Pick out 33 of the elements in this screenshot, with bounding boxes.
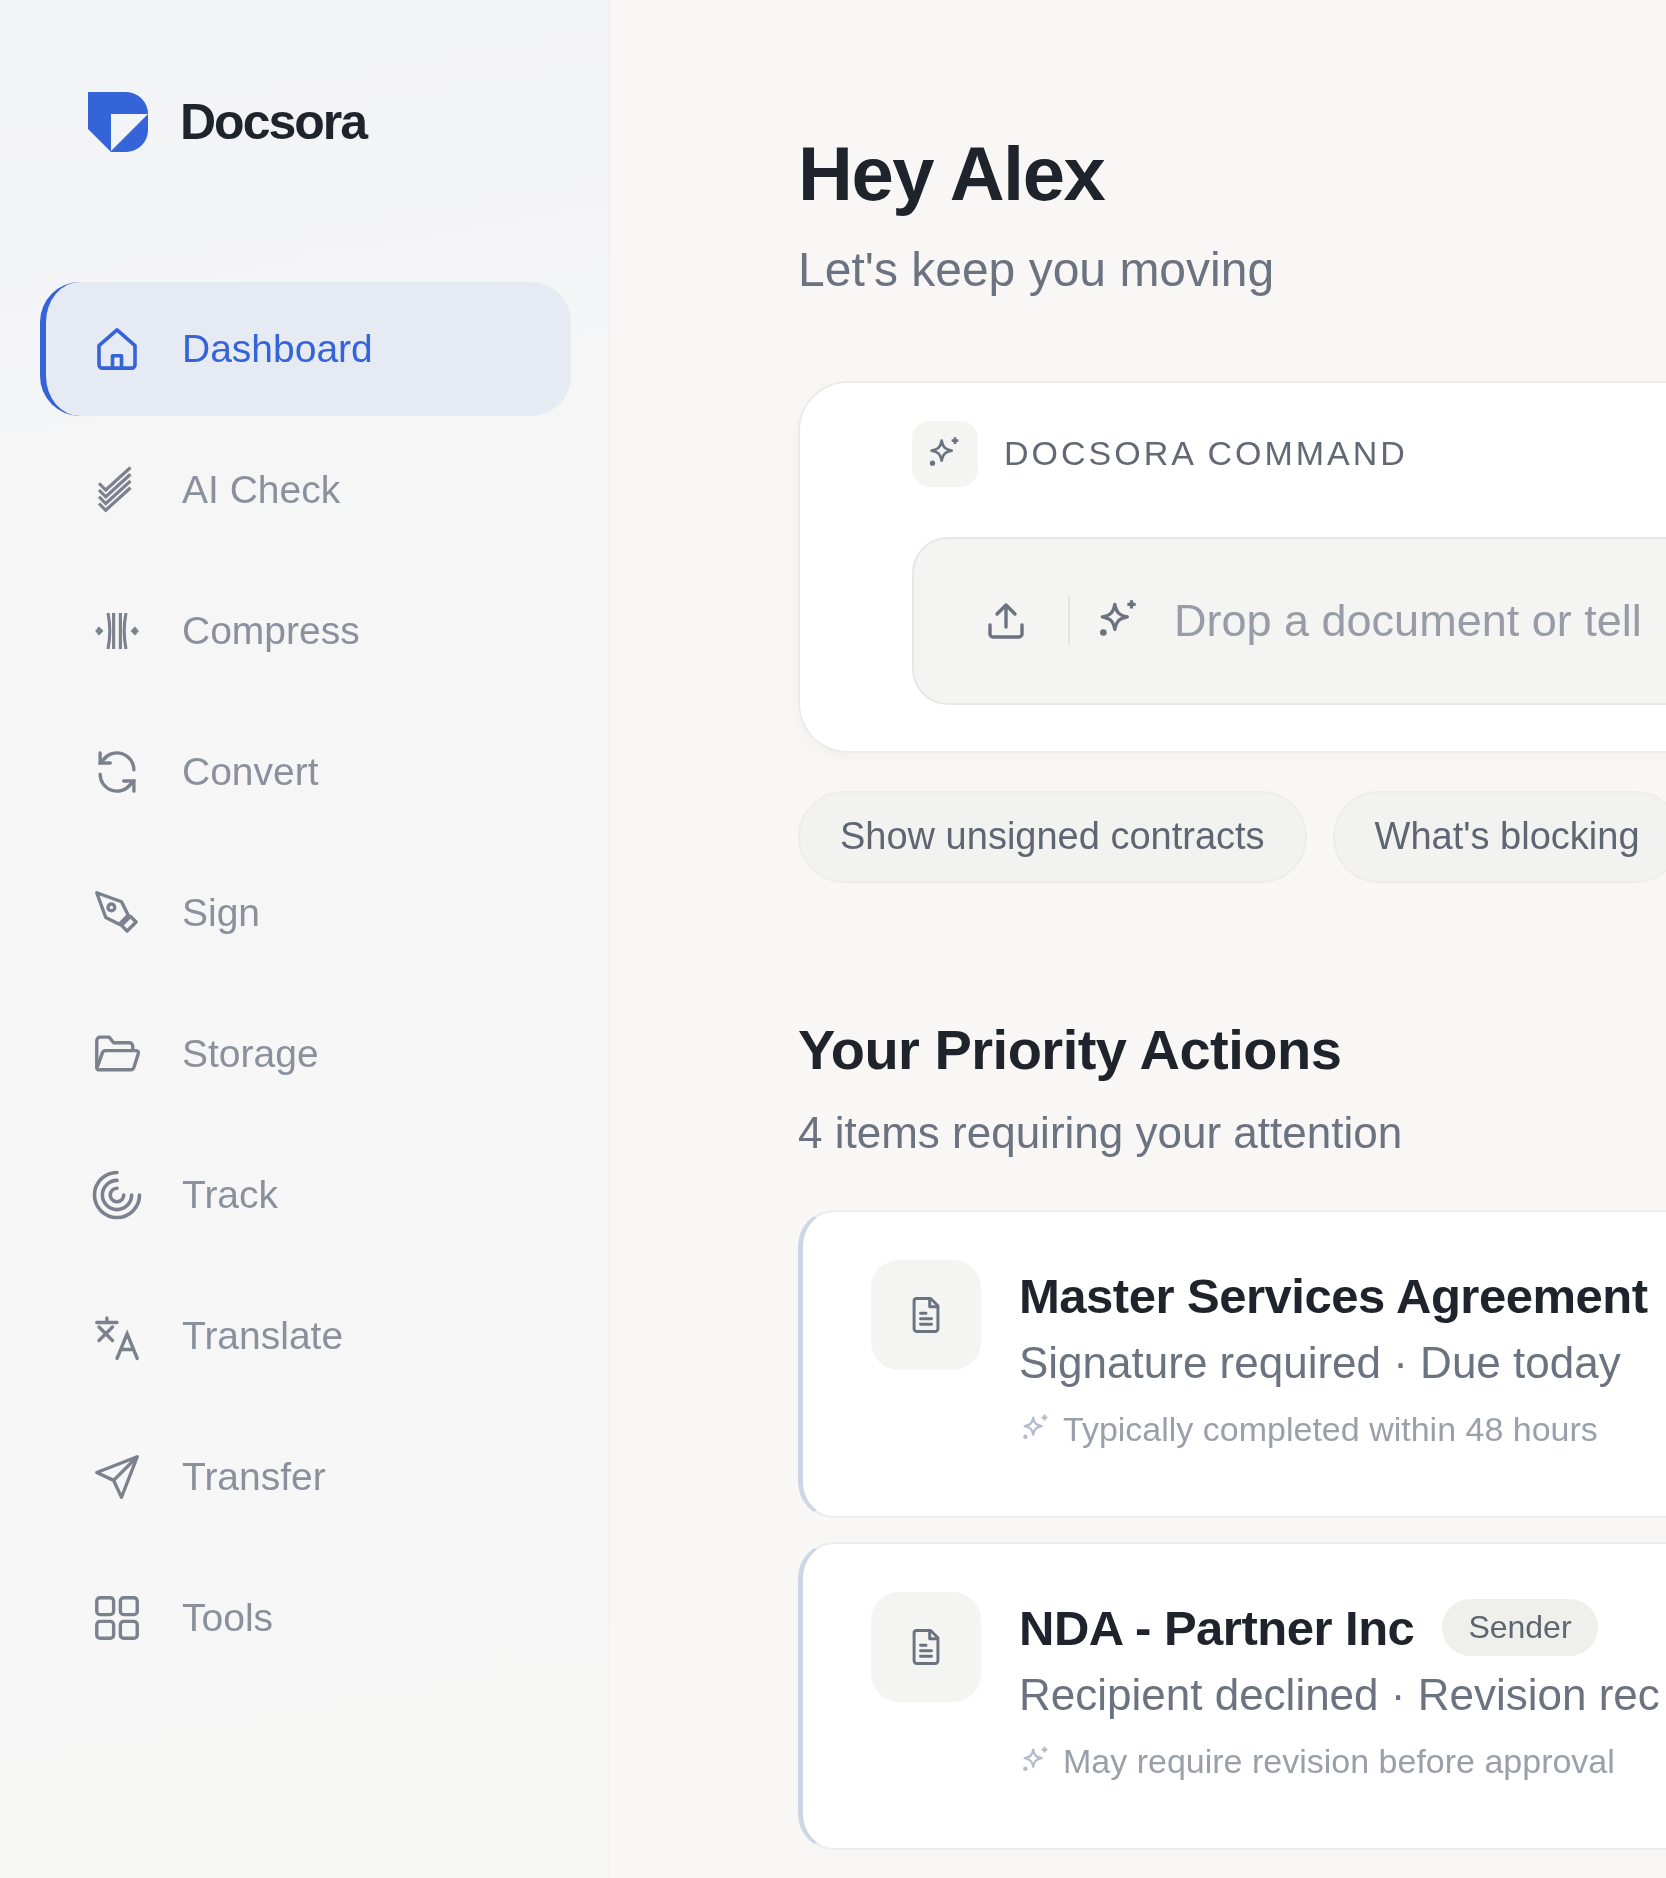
card-title: NDA - Partner Inc — [1019, 1599, 1415, 1656]
suggestion-chip[interactable]: What's blocking — [1332, 790, 1666, 883]
section-title: Your Priority Actions — [798, 1016, 1343, 1082]
document-icon — [871, 1591, 981, 1702]
card-status: Signature required · Due today — [1019, 1337, 1622, 1388]
role-tag: Sender — [1442, 1599, 1598, 1657]
nav-item[interactable]: Translate — [40, 1269, 571, 1403]
brand-name: Docsora — [180, 93, 367, 151]
action-card[interactable]: NDA - Partner Inc Sender Recipient declined · Revision rec May require revision before approval — [798, 1541, 1666, 1850]
nav-item[interactable]: AI Check — [40, 423, 571, 557]
command-label: DOCSORA COMMAND — [1004, 434, 1408, 474]
nav-item[interactable]: Sign — [40, 846, 571, 980]
section-subtitle: 4 items requiring your attention — [798, 1107, 1404, 1158]
command-input[interactable]: Drop a document or tell — [1174, 594, 1666, 647]
nav-item[interactable]: Storage — [40, 987, 571, 1121]
card-hint: Typically completed within 48 hours — [1063, 1409, 1598, 1449]
nav-item[interactable]: Transfer — [40, 1410, 571, 1544]
greeting-title: Hey Alex — [798, 132, 1106, 216]
nav-item[interactable]: Tools — [40, 1551, 571, 1685]
nav-item[interactable]: Track — [40, 1128, 571, 1262]
document-icon — [871, 1259, 981, 1370]
card-status: Recipient declined · Revision rec — [1019, 1669, 1660, 1720]
card-title: Master Services Agreement — [1019, 1267, 1648, 1324]
nav-item[interactable]: Convert — [40, 705, 571, 839]
sparkle-icon — [912, 420, 978, 487]
nav-item[interactable]: Dashboard — [40, 282, 571, 416]
nav-item[interactable]: Compress — [40, 564, 571, 698]
target-icon — [90, 1168, 144, 1222]
card-hint: May require revision before approval — [1063, 1741, 1615, 1781]
logo-icon — [88, 92, 148, 152]
greeting-subtitle: Let's keep you moving — [798, 241, 1276, 297]
action-card[interactable]: Master Services Agreement Signature required · Due today Typically completed within 48 hours — [798, 1209, 1666, 1518]
suggestion-chip[interactable]: Show unsigned contracts — [798, 790, 1307, 883]
